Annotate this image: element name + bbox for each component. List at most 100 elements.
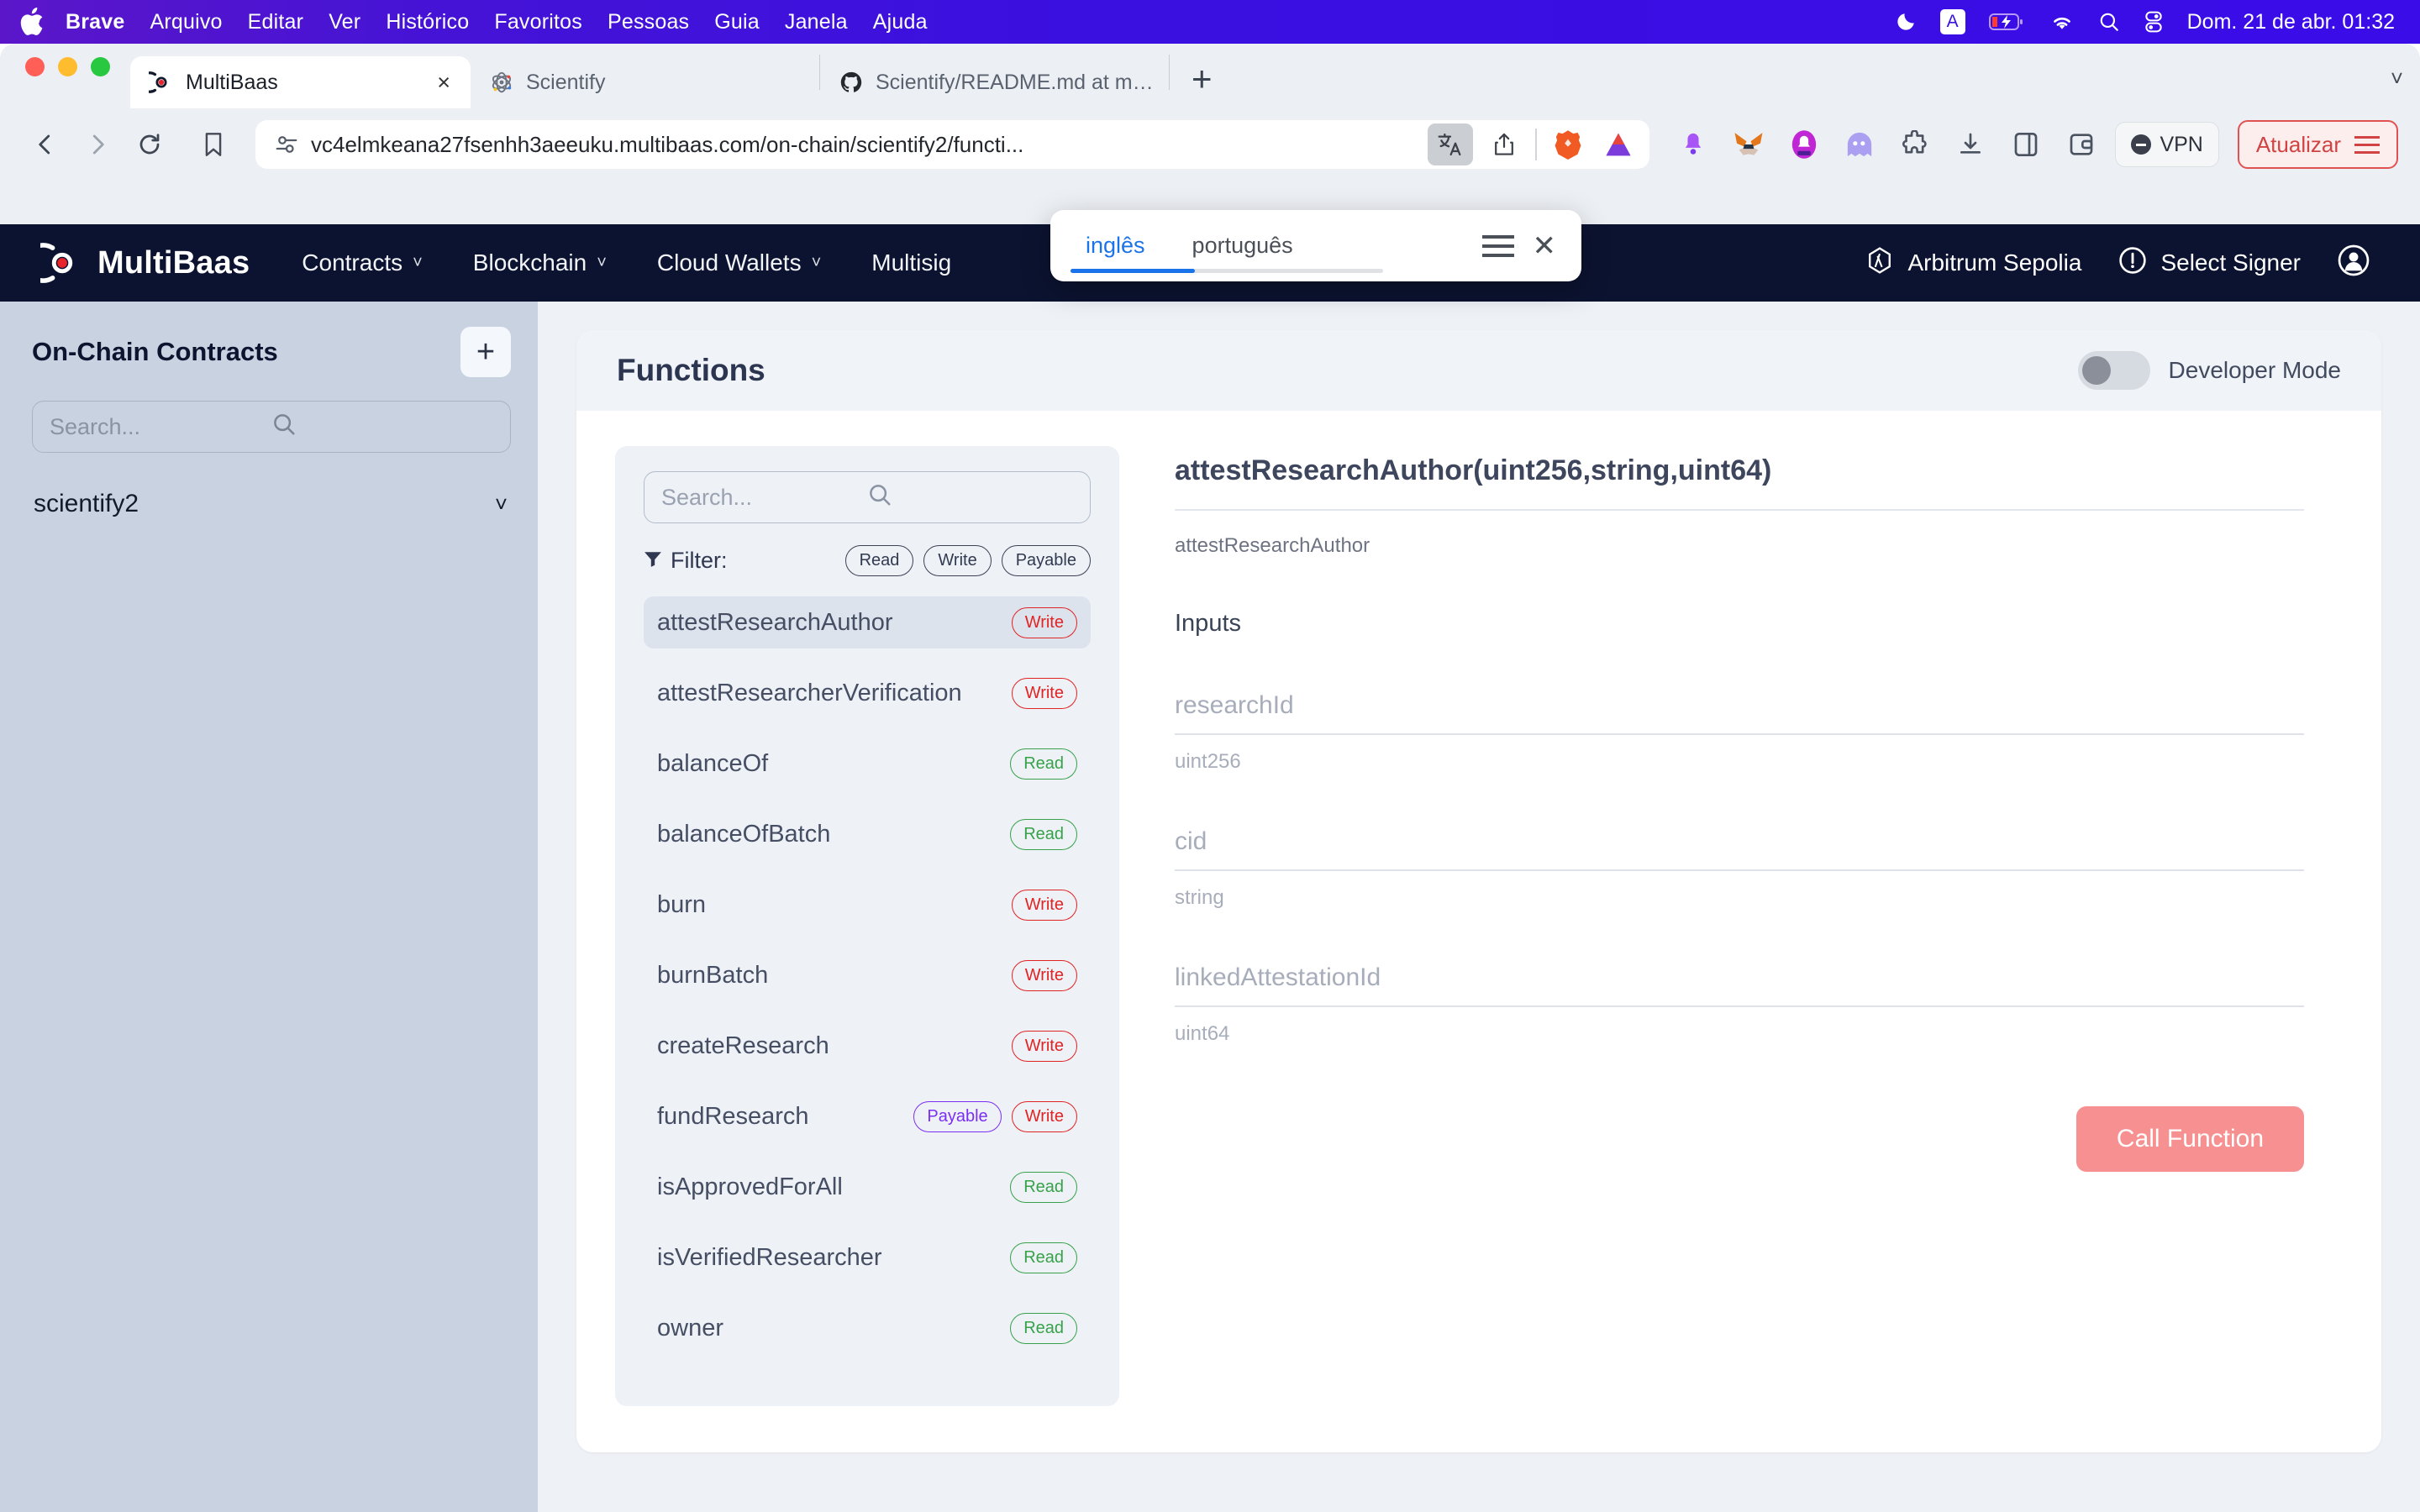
badge-read: Read (1010, 748, 1077, 780)
filter-chip-payable[interactable]: Payable (1001, 545, 1091, 576)
url-text[interactable]: vc4elmkeana27fsenhh3aeeuku.multibaas.com… (311, 132, 1416, 158)
arrow-left-icon[interactable] (22, 121, 69, 168)
bat-triangle-icon[interactable] (1599, 123, 1638, 165)
menu-historico[interactable]: Histórico (386, 10, 469, 34)
main-content: Functions Developer Mode Search... Filte… (538, 302, 2420, 1512)
function-item-fundResearch[interactable]: fundResearch Payable Write (644, 1090, 1091, 1142)
share-icon[interactable] (1485, 123, 1523, 165)
function-item-burn[interactable]: burn Write (644, 879, 1091, 931)
moon-icon[interactable] (1895, 11, 1917, 33)
function-item-isVerifiedResearcher[interactable]: isVerifiedResearcher Read (644, 1231, 1091, 1284)
input-field-researchId[interactable]: researchId uint256 (1175, 638, 2304, 774)
tab-github-readme[interactable]: Scientify/README.md at main · ma (820, 56, 1169, 108)
notification-bell-icon[interactable] (1676, 128, 1710, 161)
badge-write: Write (1011, 959, 1077, 991)
input-field-cid[interactable]: cid string (1175, 774, 2304, 910)
function-item-isApprovedForAll[interactable]: isApprovedForAll Read (644, 1161, 1091, 1213)
network-selector[interactable]: Arbitrum Sepolia (1865, 246, 2081, 281)
menu-janela[interactable]: Janela (785, 10, 848, 34)
new-tab-button[interactable]: + (1170, 61, 1234, 108)
sidebar-icon[interactable] (2009, 128, 2043, 161)
search-icon[interactable] (271, 412, 493, 443)
menubar-clock[interactable]: Dom. 21 de abr. 01:32 (2187, 10, 2395, 34)
close-icon[interactable]: × (432, 71, 455, 94)
menu-brave[interactable]: Brave (66, 10, 125, 34)
control-center-icon[interactable] (2144, 11, 2164, 33)
function-name: owner (657, 1314, 723, 1341)
nav-blockchain[interactable]: Blockchain ˅ (473, 249, 607, 276)
menu-arquivo[interactable]: Arquivo (150, 10, 223, 34)
phantom-ghost-icon[interactable] (1843, 128, 1876, 161)
translate-popup: inglês português ✕ (1050, 210, 1581, 281)
more-options-icon[interactable] (1464, 234, 1533, 257)
site-settings-icon[interactable] (274, 132, 299, 157)
reload-icon[interactable] (126, 121, 173, 168)
filter-chip-write[interactable]: Write (923, 545, 992, 576)
rainbow-wallet-icon[interactable] (1787, 128, 1821, 161)
close-icon[interactable]: ✕ (1533, 232, 1570, 260)
filter-chip-read[interactable]: Read (844, 545, 914, 576)
metamask-fox-icon[interactable] (1732, 128, 1765, 161)
address-bar[interactable]: vc4elmkeana27fsenhh3aeeuku.multibaas.com… (255, 120, 1650, 169)
function-item-balanceOf[interactable]: balanceOf Read (644, 738, 1091, 790)
menu-ajuda[interactable]: Ajuda (873, 10, 928, 34)
update-button[interactable]: Atualizar (2237, 120, 2398, 169)
function-item-owner[interactable]: owner Read (644, 1302, 1091, 1354)
arrow-right-icon[interactable] (74, 121, 121, 168)
account-button[interactable] (2338, 244, 2370, 282)
function-item-burnBatch[interactable]: burnBatch Write (644, 949, 1091, 1001)
download-icon[interactable] (1954, 128, 1987, 161)
badge-read: Read (1010, 1312, 1077, 1344)
tab-scientify[interactable]: Scientify (471, 56, 819, 108)
chevron-down-icon[interactable]: ˅ (2391, 66, 2403, 108)
brave-lion-icon[interactable] (1549, 123, 1587, 165)
add-contract-button[interactable]: + (460, 327, 511, 377)
wallet-icon[interactable] (2065, 128, 2098, 161)
multibaas-app: MultiBaas Contracts ˅ Blockchain ˅ Cloud… (0, 224, 2420, 1512)
maximize-window-button[interactable] (91, 57, 110, 76)
vpn-button[interactable]: VPN (2115, 122, 2219, 167)
developer-mode-toggle[interactable] (2077, 351, 2150, 390)
menu-ver[interactable]: Ver (329, 10, 360, 34)
function-item-attestResearchAuthor[interactable]: attestResearchAuthor Write (644, 596, 1091, 648)
nav-blockchain-label: Blockchain (472, 249, 587, 276)
call-function-button[interactable]: Call Function (2075, 1106, 2304, 1172)
function-item-balanceOfBatch[interactable]: balanceOfBatch Read (644, 808, 1091, 860)
close-window-button[interactable] (25, 57, 45, 76)
nav-multisig[interactable]: Multisig (871, 249, 951, 276)
chevron-down-icon[interactable]: ˅ (495, 491, 508, 517)
menu-editar[interactable]: Editar (248, 10, 304, 34)
toolbar-divider (1535, 129, 1538, 160)
menu-favoritos[interactable]: Favoritos (494, 10, 582, 34)
tab-multibaas[interactable]: MultiBaas × (130, 56, 471, 108)
minimize-window-button[interactable] (58, 57, 77, 76)
functions-search-input[interactable]: Search... (644, 471, 1091, 523)
vpn-status-icon (2131, 134, 2152, 155)
hamburger-menu-icon[interactable] (2354, 135, 2380, 154)
badge-read: Read (1010, 818, 1077, 850)
menu-guia[interactable]: Guia (714, 10, 760, 34)
sidebar-item-scientify2[interactable]: scientify2 ˅ (32, 485, 511, 523)
function-item-createResearch[interactable]: createResearch Write (644, 1020, 1091, 1072)
input-field-linkedAttestationId[interactable]: linkedAttestationId uint64 (1175, 910, 2304, 1046)
signer-selector[interactable]: Select Signer (2118, 246, 2301, 281)
brand[interactable]: MultiBaas (23, 241, 250, 285)
bookmark-icon[interactable] (190, 121, 237, 168)
nav-cloud-wallets[interactable]: Cloud Wallets ˅ (657, 249, 821, 276)
search-icon[interactable] (867, 482, 1073, 513)
contracts-search-input[interactable]: Search... (32, 401, 511, 453)
search-icon[interactable] (2098, 11, 2120, 33)
nav-contracts[interactable]: Contracts ˅ (302, 249, 423, 276)
battery-charging-icon[interactable] (1988, 12, 2026, 32)
arbitrum-icon (1865, 246, 1894, 281)
badge-payable: Payable (913, 1100, 1002, 1132)
keyboard-language-icon[interactable]: A (1939, 9, 1965, 34)
function-detail: attestResearchAuthor(uint256,string,uint… (1119, 446, 2343, 1406)
apple-logo-icon[interactable] (18, 5, 47, 39)
menu-pessoas[interactable]: Pessoas (608, 10, 689, 34)
wifi-icon[interactable] (2049, 12, 2075, 32)
developer-mode-control[interactable]: Developer Mode (2077, 351, 2341, 390)
function-item-attestResearcherVerification[interactable]: attestResearcherVerification Write (644, 667, 1091, 719)
translate-icon[interactable] (1428, 123, 1474, 165)
puzzle-extensions-icon[interactable] (1898, 128, 1932, 161)
